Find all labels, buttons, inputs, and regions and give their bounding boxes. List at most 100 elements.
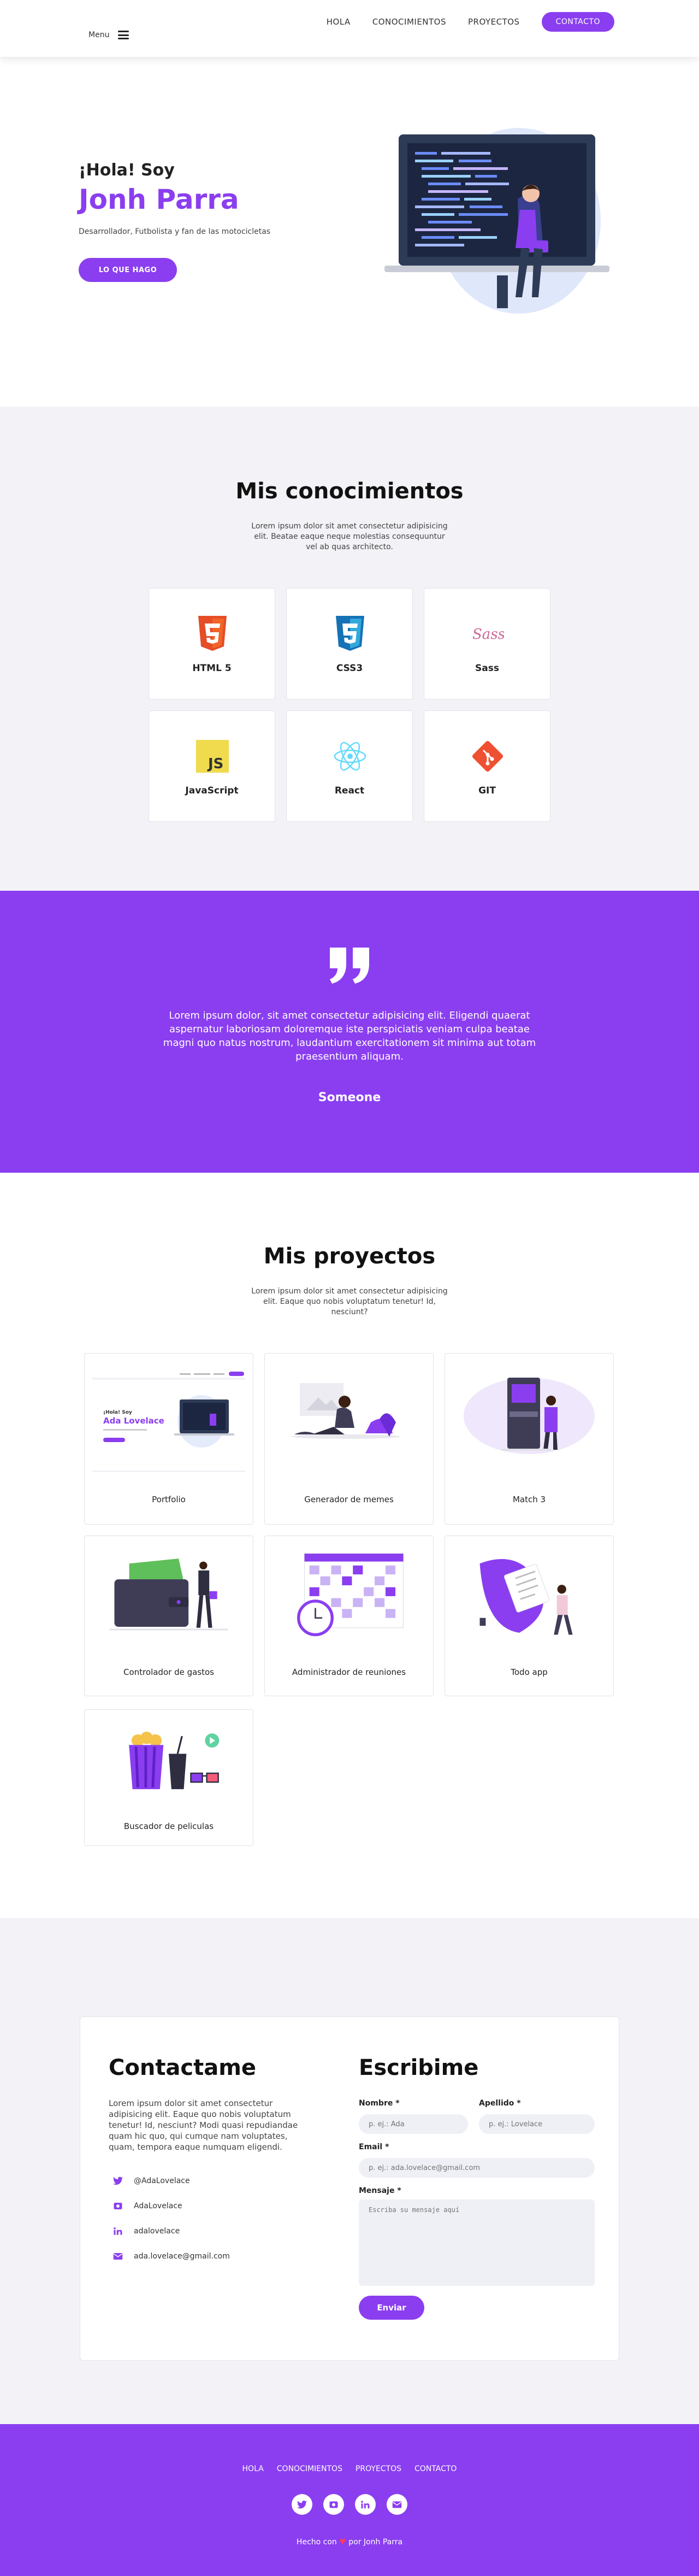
form-title: Escribime [359, 2055, 479, 2080]
mensaje-textarea[interactable] [359, 2199, 595, 2286]
skill-name: Sass [475, 663, 499, 674]
skill-card-git[interactable]: GIT [424, 710, 550, 822]
nombre-input[interactable] [359, 2114, 468, 2134]
skills-title: Mis conocimientos [235, 479, 464, 504]
project-name: Portfolio [152, 1495, 186, 1504]
email-input[interactable] [359, 2158, 595, 2178]
project-image [109, 1558, 228, 1631]
apellido-label: Apellido * [479, 2099, 521, 2108]
twitter-icon [113, 2177, 123, 2185]
nav-link-conocimientos[interactable]: CONOCIMIENTOS [372, 17, 446, 27]
projects-subtitle: Lorem ipsum dolor sit amet consectetur a… [251, 1287, 448, 1316]
email-label: Email * [359, 2143, 389, 2151]
submit-button[interactable]: Enviar [359, 2296, 424, 2320]
footer-socials [0, 2494, 699, 2515]
footer-link-contacto[interactable]: CONTACTO [414, 2465, 457, 2473]
skills-subtitle: Lorem ipsum dolor sit amet consectetur a… [251, 522, 448, 551]
contact-title: Contactame [109, 2055, 257, 2080]
contact-email[interactable]: ada.lovelace@gmail.com [113, 2252, 230, 2261]
footer-link-proyectos[interactable]: PROYECTOS [356, 2465, 401, 2473]
skill-card-css[interactable]: CSS3 [286, 588, 413, 699]
contact-linkedin[interactable]: adalovelace [113, 2227, 180, 2236]
project-name: Todo app [511, 1667, 548, 1677]
footer-links: HOLA CONOCIMIENTOS PROYECTOS CONTACTO [0, 2465, 699, 2473]
project-image [292, 1383, 401, 1439]
footer-mail-button[interactable] [387, 2494, 407, 2515]
project-card-gastos[interactable]: Controlador de gastos [84, 1536, 253, 1696]
skill-name: HTML 5 [192, 663, 232, 674]
quote-text: Lorem ipsum dolor, sit amet consectetur … [163, 1010, 536, 1062]
skill-card-sass[interactable]: Sass Sass [424, 588, 550, 699]
footer-link-conocimientos[interactable]: CONOCIMIENTOS [277, 2465, 342, 2473]
skill-card-javascript[interactable]: JS JavaScript [149, 710, 275, 822]
nav-links: HOLA CONOCIMIENTOS PROYECTOS CONTACTO [327, 12, 614, 32]
skill-card-react[interactable]: React [286, 710, 413, 822]
svg-text:Sass: Sass [472, 626, 504, 643]
footer-link-hola[interactable]: HOLA [242, 2465, 264, 2473]
sass-icon: Sass [472, 626, 504, 643]
skill-name: React [334, 785, 365, 796]
contact-twitter[interactable]: @AdaLovelace [113, 2177, 190, 2185]
project-card-portfolio[interactable]: ¡Hola! Soy Ada Lovelace Portfolio [84, 1353, 253, 1525]
contact-value: AdaLovelace [134, 2202, 182, 2210]
nav-link-proyectos[interactable]: PROYECTOS [468, 17, 520, 27]
contact-text: Lorem ipsum dolor sit amet consectetur a… [109, 2098, 298, 2152]
mail-icon [113, 2253, 123, 2260]
nombre-label: Nombre * [359, 2099, 400, 2108]
project-card-memes[interactable]: Generador de memes [264, 1353, 434, 1525]
hamburger-icon [118, 31, 129, 39]
skill-name: CSS3 [336, 663, 363, 674]
mensaje-label: Mensaje * [359, 2186, 401, 2195]
menu-toggle[interactable]: Menu [88, 31, 129, 39]
project-card-todo[interactable]: Todo app [445, 1536, 614, 1696]
contact-github[interactable]: AdaLovelace [113, 2202, 182, 2210]
contact-card: Contactame Lorem ipsum dolor sit amet co… [80, 2016, 619, 2361]
project-image [129, 1731, 220, 1790]
nav-link-hola[interactable]: HOLA [327, 17, 351, 27]
footer: HOLA CONOCIMIENTOS PROYECTOS CONTACTO He… [0, 2424, 699, 2576]
skill-name: JavaScript [185, 785, 239, 796]
footer-linkedin-button[interactable] [355, 2494, 376, 2515]
mail-icon [392, 2501, 402, 2508]
hero-description: Desarrollador, Futbolista y fan de las m… [79, 227, 271, 236]
apellido-input[interactable] [479, 2114, 595, 2134]
nav-contact-button[interactable]: CONTACTO [541, 12, 614, 32]
contact-value: @AdaLovelace [134, 2177, 190, 2185]
project-name: Buscador de peliculas [123, 1821, 214, 1831]
projects-title: Mis proyectos [263, 1244, 436, 1269]
contact-section: Contactame Lorem ipsum dolor sit amet co… [0, 1918, 699, 2424]
project-name: Generador de memes [304, 1495, 394, 1504]
footer-credits: Hecho con ♥ por Jonh Parra [0, 2538, 699, 2546]
project-name: Controlador de gastos [123, 1667, 214, 1677]
svg-text:JS: JS [207, 756, 223, 772]
project-card-reuniones[interactable]: Administrador de reuniones [264, 1536, 434, 1696]
contact-value: ada.lovelace@gmail.com [134, 2252, 230, 2261]
github-icon [329, 2501, 338, 2508]
heart-icon: ♥ [339, 2538, 346, 2546]
hero-cta-button[interactable]: LO QUE HAGO [79, 258, 177, 282]
github-icon [114, 2203, 122, 2209]
project-card-match3[interactable]: Match 3 [445, 1353, 614, 1525]
hero-illustration [384, 128, 609, 314]
linkedin-icon [114, 2227, 122, 2235]
projects-section: Mis proyectos Lorem ipsum dolor sit amet… [0, 1173, 699, 1918]
react-icon [334, 742, 366, 771]
contact-value: adalovelace [134, 2227, 180, 2236]
project-card-peliculas[interactable]: Buscador de peliculas [84, 1709, 253, 1846]
preview-greeting: ¡Hola! Soy [103, 1410, 132, 1415]
project-name: Administrador de reuniones [292, 1667, 406, 1677]
project-image [464, 1378, 595, 1454]
javascript-icon: JS [196, 740, 229, 773]
hero-section: ¡Hola! Soy Jonh Parra Desarrollador, Fut… [0, 57, 699, 407]
project-name: Match 3 [512, 1495, 546, 1504]
skill-name: GIT [478, 785, 496, 796]
project-image [479, 1559, 573, 1635]
footer-github-button[interactable] [323, 2494, 344, 2515]
skill-card-html[interactable]: HTML 5 [149, 588, 275, 699]
preview-name: Ada Lovelace [103, 1416, 164, 1426]
linkedin-icon [361, 2500, 370, 2508]
hero-name: Jonh Parra [79, 184, 239, 215]
quote-author: Someone [318, 1091, 381, 1104]
skills-section: Mis conocimientos Lorem ipsum dolor sit … [0, 407, 699, 891]
footer-twitter-button[interactable] [292, 2494, 312, 2515]
